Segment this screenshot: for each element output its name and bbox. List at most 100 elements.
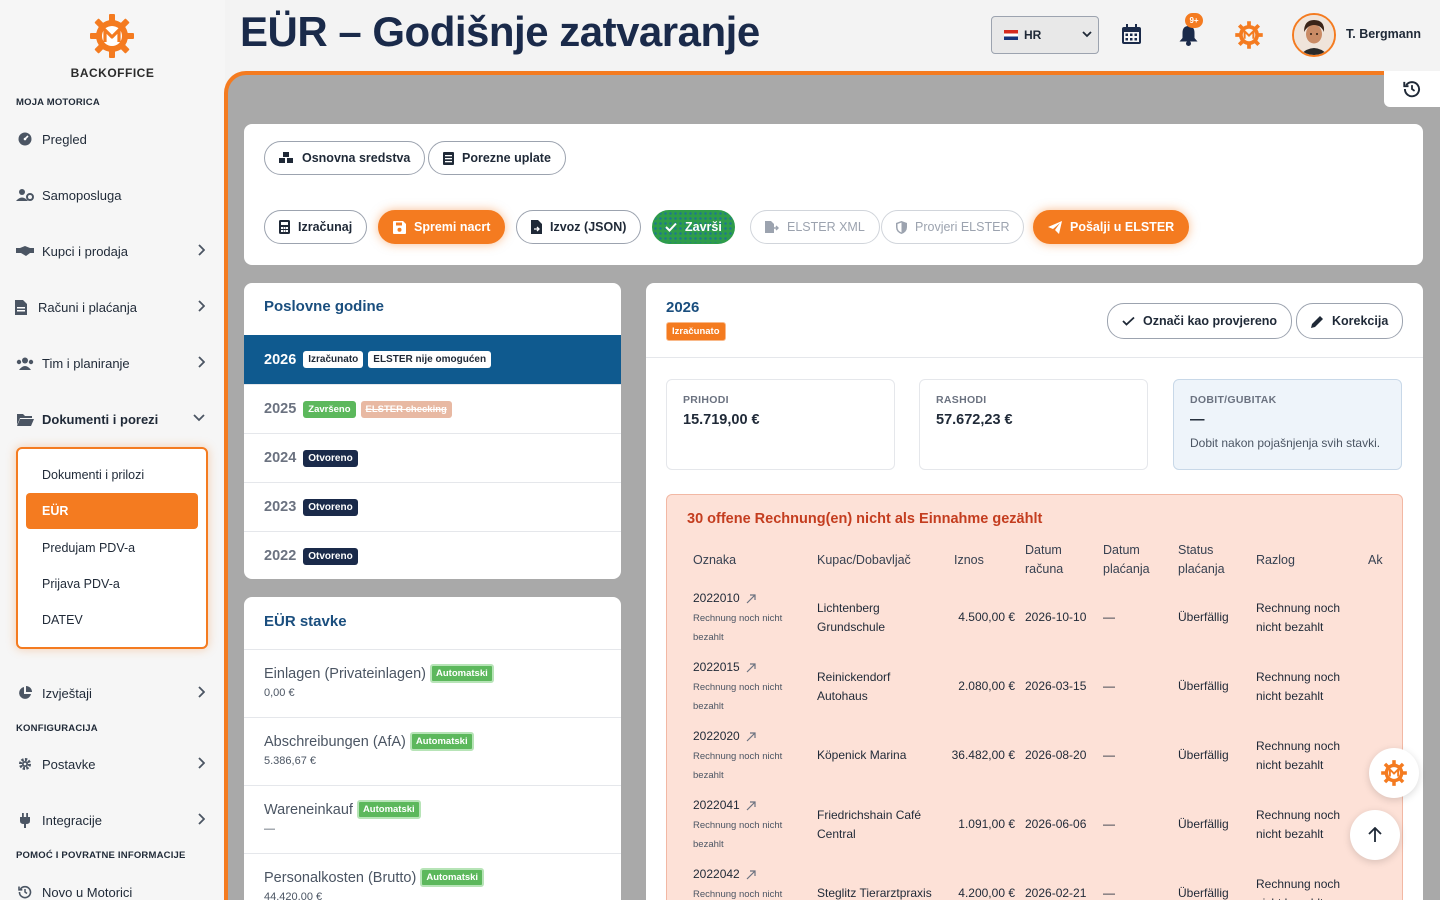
section-label-pomoc: POMOĆ I POVRATNE INFORMACIJE [16,850,186,861]
calculate-button[interactable]: Izračunaj [264,210,368,244]
eur-item-row[interactable]: Wareneinkauf Automatski — [244,785,621,853]
chevron-right-icon [197,757,205,769]
sidebar-item-novo-u-motorici[interactable]: Novo u Motorici [16,878,211,900]
party-name-line: Lichtenberg [817,601,880,615]
table-row[interactable]: 2022041 Rechnung noch nicht bezahlt Friedri… [667,796,1402,865]
submenu-item-datev[interactable]: DATEV [26,602,198,638]
save-draft-button[interactable]: Spremi nacrt [378,210,506,244]
cubes-icon [279,152,294,164]
external-link-icon[interactable] [746,731,756,742]
sidebar-item-kupci-i-prodaja[interactable]: Kupci i prodaja [16,237,211,265]
fixed-assets-button[interactable]: Osnovna sredstva [264,141,426,175]
invoice-id[interactable]: 2022010 [693,589,756,608]
year-row-2022[interactable]: 2022 Otvoreno [244,531,621,579]
calendar-icon[interactable] [1122,24,1141,44]
external-link-icon[interactable] [746,800,756,811]
submenu-item-eur[interactable]: EÜR [26,493,198,529]
eur-item-value: 5.386,67 € [264,755,316,767]
sidebar-item-racuni-i-placanja[interactable]: Računi i plaćanja [12,293,207,321]
finish-button[interactable]: Završi [652,210,735,244]
tax-payments-button[interactable]: Porezne uplate [428,141,566,175]
year-row-2023[interactable]: 2023 Otvoreno [244,482,621,531]
sidebar-item-label: Postavke [42,756,96,772]
user-name[interactable]: T. Bergmann [1346,27,1421,41]
status-badge: Izračunato [303,351,364,368]
pencil-icon [1311,315,1324,328]
invoice-id[interactable]: 2022020 [693,727,756,746]
year-row-2026[interactable]: 2026 Izračunato ELSTER nije omogućen [244,335,621,384]
submenu-item-prijava-pdv[interactable]: Prijava PDV-a [26,566,198,602]
arrow-up-icon [1368,827,1382,843]
divider [646,357,1423,358]
header-line: Status [1178,543,1214,557]
check-elster-button[interactable]: Provjeri ELSTER [881,210,1025,244]
payment-date: — [1103,817,1115,831]
profit-stat: DOBIT/GUBITAK — Dobit nakon pojašnjenja … [1173,379,1402,470]
external-link-icon[interactable] [746,662,756,673]
invoice-date: 2026-03-15 [1025,679,1087,693]
year-row-2025[interactable]: 2025 Završeno ELSTER checking [244,384,621,433]
automatic-badge: Automatski [409,732,474,751]
export-json-button[interactable]: Izvoz (JSON) [516,210,642,244]
column-header-oznaka: Oznaka [693,553,737,567]
correction-button[interactable]: Korekcija [1296,303,1404,339]
avatar[interactable] [1292,13,1336,57]
correction-label: Korekcija [1332,314,1389,328]
sidebar-item-dokumenti-i-porezi[interactable]: Dokumenti i porezi [16,405,211,433]
sidebar-item-integracije[interactable]: Integracije [16,806,211,834]
motorica-gear-icon[interactable] [1234,20,1264,50]
eur-item-row[interactable]: Abschreibungen (AfA) Automatski 5.386,67 … [244,717,621,785]
language-select[interactable]: HR [991,16,1099,54]
plug-icon [16,812,34,828]
sidebar-item-label: Novo u Motorici [42,884,133,900]
send-elster-button[interactable]: Pošalji u ELSTER [1033,210,1190,244]
payment-status: Überfällig [1178,886,1229,900]
document-list-icon [443,151,454,165]
status-badge: Otvoreno [303,547,358,565]
year-label: 2025 [264,401,297,417]
invoice-amount: 2.080,00 € [958,679,1015,693]
chevron-down-icon [193,414,205,422]
eur-item-row[interactable]: Einlagen (Privateinlagen) Automatski 0,00… [244,649,621,717]
party-name-line: Autohaus [817,689,868,703]
reason-line: nicht bezahlt [1256,827,1324,841]
sidebar-item-tim-i-planiranje[interactable]: Tim i planiranje [16,349,211,377]
invoice-note-line: Rechnung noch nicht [693,682,783,693]
year-row-2024[interactable]: 2024 Otvoreno [244,433,621,482]
column-header-kupac: Kupac/Dobavljač [817,553,911,567]
submenu-item-predujam-pdv[interactable]: Predujam PDV-a [26,530,198,566]
mark-checked-button[interactable]: Označi kao provjereno [1107,303,1293,339]
column-header-iznos: Iznos [954,553,984,567]
toolbar-card: Osnovna sredstva Porezne uplate Izračuna… [244,124,1423,265]
invoice-id[interactable]: 2022015 [693,658,756,677]
table-row[interactable]: 2022042Rechnung noch nichtbezahltSteglit… [667,865,1402,900]
motorica-logo[interactable] [88,12,136,60]
external-link-icon[interactable] [746,593,756,604]
notification-badge: 9+ [1185,13,1203,28]
scroll-top-button[interactable] [1350,810,1400,860]
income-stat: PRIHODI 15.719,00 € [666,379,895,470]
history-button[interactable] [1384,71,1440,107]
bell-icon[interactable] [1179,25,1198,46]
sidebar-item-izvjestaji[interactable]: Izvještaji [16,679,211,707]
sidebar-item-postavke[interactable]: Postavke [16,750,211,778]
table-row[interactable]: 2022015 Rechnung noch nicht bezahlt Reinick… [667,658,1402,727]
year-label: 2026 [264,351,297,368]
table-row[interactable]: 2022020 Rechnung noch nicht bezahlt Köpenic… [667,727,1402,796]
dashboard-icon [16,131,34,147]
header-line: računa [1025,562,1064,576]
external-link-icon[interactable] [746,869,756,880]
sidebar-item-samoposluga[interactable]: Samoposluga [16,181,211,209]
sidebar-item-pregled[interactable]: Pregled [16,125,211,153]
submenu-item-dokumenti-i-prilozi[interactable]: Dokumenti i prilozi [26,457,198,493]
eur-item-value: 0,00 € [264,687,295,699]
table-row[interactable]: 2022010 Rechnung noch nicht bezahlt Lichten… [667,589,1402,658]
eur-item-name: Wareneinkauf [264,801,353,818]
elster-xml-button[interactable]: ELSTER XML [750,210,880,244]
export-json-label: Izvoz (JSON) [550,220,627,234]
invoice-id[interactable]: 2022042 [693,865,756,884]
assistant-button[interactable] [1369,748,1419,798]
party-name-line: Köpenick Marina [817,748,907,762]
eur-item-row[interactable]: Personalkosten (Brutto) Automatski 44.420… [244,853,621,900]
invoice-id[interactable]: 2022041 [693,796,756,815]
